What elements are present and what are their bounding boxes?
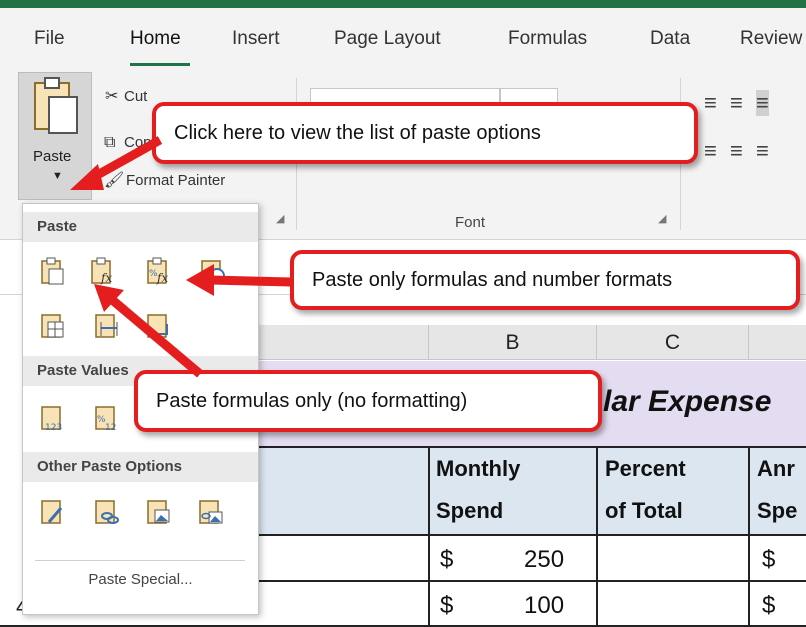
align-left-icon[interactable]: ≡ xyxy=(704,138,717,164)
cell-value[interactable]: 250 xyxy=(524,546,564,574)
title-bar xyxy=(0,0,806,8)
callout-paste-options: Click here to view the list of paste opt… xyxy=(152,102,698,164)
cell-border xyxy=(748,447,750,627)
cell-currency[interactable]: $ xyxy=(440,592,453,620)
paste-formulas-icon[interactable]: fx xyxy=(87,256,117,286)
cell-border xyxy=(428,447,430,627)
tab-formulas[interactable]: Formulas xyxy=(508,28,587,50)
align-bottom-icon[interactable]: ≡ xyxy=(756,90,769,116)
tab-data[interactable]: Data xyxy=(650,28,690,50)
cell-border xyxy=(258,580,806,582)
transpose-icon[interactable] xyxy=(143,310,173,340)
tab-insert[interactable]: Insert xyxy=(232,28,280,50)
callout-formulas-number-formats: Paste only formulas and number formats xyxy=(290,250,800,310)
svg-text:fx: fx xyxy=(156,271,168,285)
column-header-b[interactable]: B xyxy=(428,325,596,360)
cell-border xyxy=(258,446,806,448)
align-center-icon[interactable]: ≡ xyxy=(730,138,743,164)
paste-dropdown-caret[interactable]: ▼ xyxy=(52,170,63,182)
cut-label[interactable]: Cut xyxy=(124,88,147,105)
column-headers: B C xyxy=(258,325,806,360)
scissors-icon: ✂ xyxy=(105,88,119,105)
header-monthly[interactable]: Monthly xyxy=(436,456,520,482)
paste-icon[interactable] xyxy=(37,256,67,286)
paste-special-item[interactable]: Paste Special... xyxy=(23,571,258,588)
cell-border xyxy=(596,447,598,627)
no-borders-icon[interactable] xyxy=(37,310,67,340)
tab-review[interactable]: Review xyxy=(740,28,802,50)
svg-text:12: 12 xyxy=(105,423,116,432)
picture-icon[interactable] xyxy=(143,496,173,526)
format-painter-label[interactable]: Format Painter xyxy=(126,172,225,189)
paste-label: Paste xyxy=(33,148,72,165)
tab-home[interactable]: Home xyxy=(130,28,181,50)
format-painter-icon: 🖌 xyxy=(104,172,125,189)
svg-text:fx: fx xyxy=(100,271,112,285)
cell-currency[interactable]: $ xyxy=(762,546,775,574)
column-header-c[interactable]: C xyxy=(596,325,748,360)
menu-divider xyxy=(35,560,245,561)
column-header-d[interactable] xyxy=(748,325,806,360)
align-right-icon[interactable]: ≡ xyxy=(756,138,769,164)
formatting-icon[interactable] xyxy=(37,496,67,526)
svg-text:123: 123 xyxy=(45,423,62,432)
header-annual-spend[interactable]: Spe xyxy=(757,498,797,524)
header-row xyxy=(258,447,806,535)
header-annual[interactable]: Anr xyxy=(757,456,795,482)
cell-currency[interactable]: $ xyxy=(440,546,453,574)
values-number-formats-icon[interactable]: % 12 xyxy=(91,402,121,432)
paste-formulas-number-formats-icon[interactable]: % fx xyxy=(143,256,173,286)
tab-file[interactable]: File xyxy=(34,28,65,50)
font-group-label: Font xyxy=(455,214,486,231)
align-top-icon[interactable]: ≡ xyxy=(704,90,717,116)
linked-picture-icon[interactable] xyxy=(195,496,225,526)
paste-link-icon[interactable] xyxy=(91,496,121,526)
sheet-title: lar Expense xyxy=(603,385,772,418)
active-tab-indicator xyxy=(130,63,190,66)
cell-value[interactable]: 100 xyxy=(524,592,564,620)
cell-currency[interactable]: $ xyxy=(762,592,775,620)
clipboard-launcher-icon[interactable]: ◢ xyxy=(276,212,284,225)
clipboard-icon xyxy=(34,77,78,134)
keep-column-widths-icon[interactable] xyxy=(91,310,121,340)
other-paste-options-header: Other Paste Options xyxy=(23,452,258,482)
align-middle-icon[interactable]: ≡ xyxy=(730,90,743,116)
header-spend[interactable]: Spend xyxy=(436,498,503,524)
header-percent[interactable]: Percent xyxy=(605,456,686,482)
cell-border xyxy=(258,534,806,536)
paste-section-header: Paste xyxy=(23,212,258,242)
copy-icon: ⧉ xyxy=(104,134,116,151)
font-launcher-icon[interactable]: ◢ xyxy=(658,212,666,225)
header-of-total[interactable]: of Total xyxy=(605,498,683,524)
ribbon-tabs: File Home Insert Page Layout Formulas Da… xyxy=(0,8,806,70)
keep-source-formatting-icon[interactable] xyxy=(197,256,227,286)
callout-formulas-only: Paste formulas only (no formatting) xyxy=(134,370,602,432)
tab-page-layout[interactable]: Page Layout xyxy=(334,28,441,50)
paste-values-icon[interactable]: 123 xyxy=(37,402,67,432)
